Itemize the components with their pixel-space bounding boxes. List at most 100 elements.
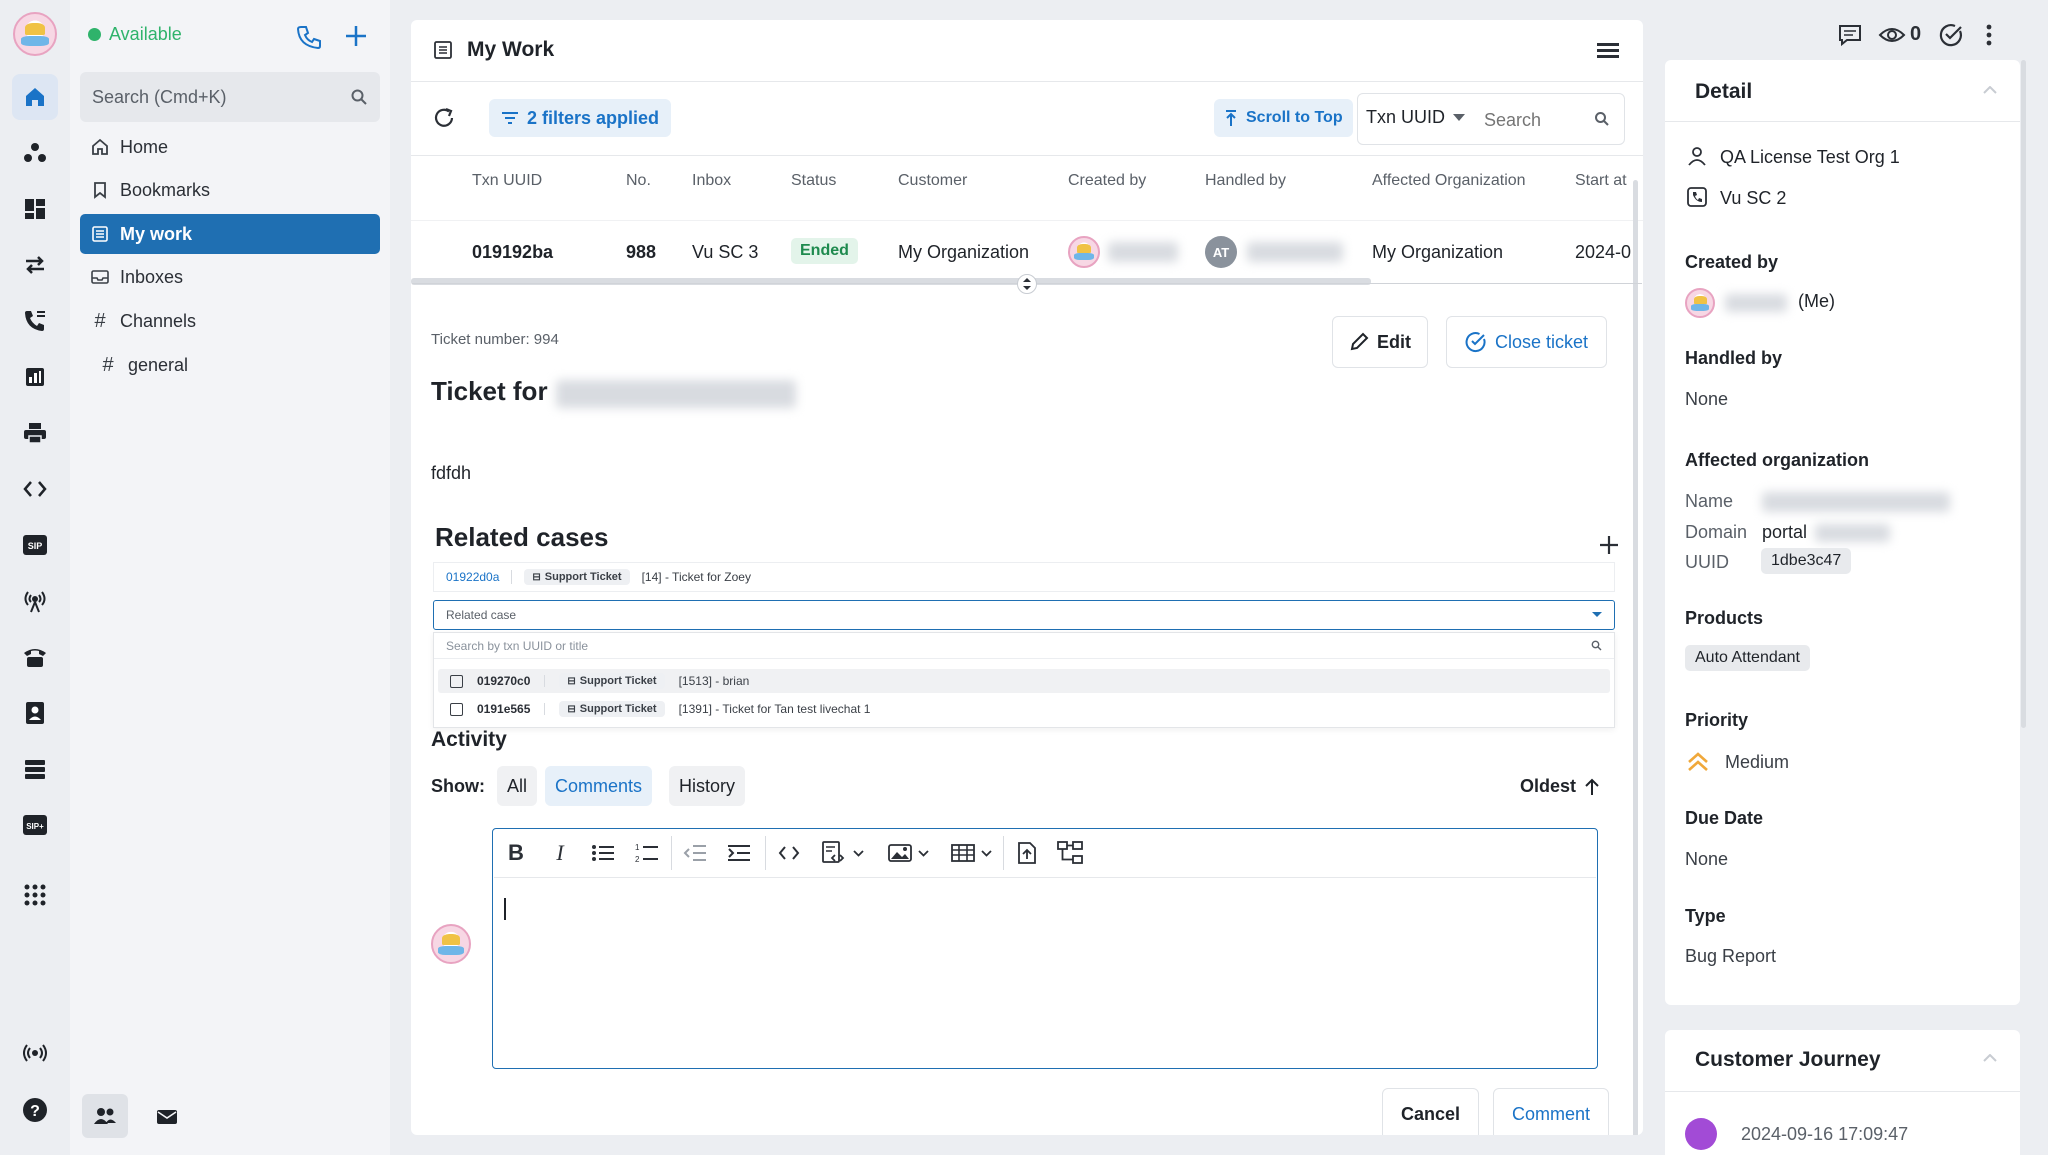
dropdown-option[interactable]: 019270c0 ⊟ Support Ticket [1513] - brian bbox=[438, 669, 1610, 693]
search-box[interactable]: Search (Cmd+K) bbox=[80, 72, 380, 122]
code-icon[interactable] bbox=[775, 836, 803, 870]
chevron-up-icon[interactable] bbox=[1983, 1054, 1997, 1062]
related-case-item[interactable]: 01922d0a ⊟ Support Ticket [14] - Ticket f… bbox=[433, 562, 1615, 592]
related-case-uuid[interactable]: 01922d0a bbox=[446, 570, 499, 584]
column-header[interactable]: Inbox bbox=[692, 172, 731, 190]
status-indicator[interactable]: Available bbox=[88, 24, 182, 45]
comment-text-area[interactable] bbox=[494, 880, 1594, 1066]
table-scrollbar[interactable] bbox=[1633, 180, 1638, 1135]
diagram-icon[interactable] bbox=[1055, 836, 1085, 870]
contact-card-icon[interactable] bbox=[12, 690, 58, 736]
channel-item-general[interactable]: # general bbox=[88, 345, 388, 385]
search-icon bbox=[1591, 640, 1602, 651]
dashboard-icon[interactable] bbox=[12, 186, 58, 232]
dropdown-option[interactable]: 0191e565 ⊟ Support Ticket [1391] - Ticket… bbox=[438, 697, 1610, 721]
column-header[interactable]: Txn UUID bbox=[472, 172, 542, 190]
column-header[interactable]: Affected Organization bbox=[1372, 172, 1526, 190]
call-log-icon[interactable] bbox=[12, 298, 58, 344]
edit-button[interactable]: Edit bbox=[1332, 316, 1428, 368]
printer-icon[interactable] bbox=[12, 410, 58, 456]
column-header[interactable]: Start at bbox=[1575, 172, 1627, 190]
list-icon bbox=[90, 224, 110, 244]
detail-header[interactable]: Detail bbox=[1665, 60, 2020, 122]
sidebar-item-my-work[interactable]: My work bbox=[80, 214, 380, 254]
column-header[interactable]: Customer bbox=[898, 172, 967, 190]
home-icon[interactable] bbox=[12, 74, 58, 120]
check-circle-icon[interactable] bbox=[1938, 22, 1964, 48]
transfer-arrows-icon[interactable] bbox=[12, 242, 58, 288]
sidebar-item-channels[interactable]: # Channels bbox=[80, 301, 380, 341]
watchers-indicator[interactable]: 0 bbox=[1878, 23, 1921, 46]
column-header[interactable]: Created by bbox=[1068, 172, 1146, 190]
broadcast-icon[interactable] bbox=[12, 1030, 58, 1076]
detail-scrollbar[interactable] bbox=[2021, 60, 2026, 728]
add-related-icon[interactable] bbox=[1599, 535, 1619, 555]
dropdown-search-placeholder: Search by txn UUID or title bbox=[446, 638, 589, 653]
tab-history[interactable]: History bbox=[669, 766, 746, 806]
image-icon[interactable] bbox=[883, 836, 933, 870]
creator-name-redacted bbox=[1725, 294, 1787, 312]
filters-button[interactable]: 2 filters applied bbox=[489, 99, 672, 137]
report-icon[interactable] bbox=[12, 354, 58, 400]
numbered-list-icon[interactable]: 12 bbox=[633, 836, 661, 870]
ticket-title: Ticket for bbox=[431, 376, 548, 406]
bullet-list-icon[interactable] bbox=[589, 836, 617, 870]
priority-medium-icon bbox=[1687, 752, 1709, 772]
desk-phone-icon[interactable] bbox=[12, 634, 58, 680]
apps-grid-icon[interactable] bbox=[12, 872, 58, 918]
resize-handle-icon[interactable] bbox=[1017, 274, 1037, 294]
sidebar-item-bookmarks[interactable]: Bookmarks bbox=[80, 170, 380, 210]
italic-icon[interactable]: I bbox=[547, 836, 573, 870]
uuid-chip[interactable]: 1dbe3c47 bbox=[1761, 548, 1852, 574]
chevron-up-icon[interactable] bbox=[1983, 86, 1997, 94]
new-plus-icon[interactable] bbox=[344, 24, 368, 48]
column-header[interactable]: Handled by bbox=[1205, 172, 1286, 190]
chat-icon[interactable] bbox=[1837, 23, 1863, 47]
product-chip: Auto Attendant bbox=[1685, 645, 1810, 671]
comment-button[interactable]: Comment bbox=[1493, 1088, 1610, 1135]
option-checkbox[interactable] bbox=[450, 702, 463, 716]
table-search-input[interactable] bbox=[1484, 106, 1584, 134]
scroll-to-top-button[interactable]: Scroll to Top bbox=[1214, 99, 1353, 137]
ticket-tag-icon: ⊟ bbox=[567, 675, 576, 687]
sidebar-item-home[interactable]: Home bbox=[80, 127, 380, 167]
related-case-select[interactable]: Related case bbox=[433, 600, 1615, 630]
sidebar-item-inboxes[interactable]: Inboxes bbox=[80, 257, 380, 297]
dropdown-search[interactable]: Search by txn UUID or title bbox=[434, 633, 1614, 659]
option-checkbox[interactable] bbox=[450, 674, 463, 688]
antenna-icon[interactable] bbox=[12, 578, 58, 624]
bold-icon[interactable]: B bbox=[503, 836, 529, 870]
indent-icon[interactable] bbox=[725, 836, 753, 870]
phone-icon[interactable] bbox=[296, 24, 322, 50]
panel-menu-icon[interactable] bbox=[1596, 41, 1620, 61]
mail-icon[interactable] bbox=[156, 1108, 178, 1126]
sip-icon[interactable]: SIP bbox=[12, 522, 58, 568]
close-ticket-button[interactable]: Close ticket bbox=[1446, 316, 1608, 368]
column-header[interactable]: Status bbox=[791, 172, 836, 190]
sort-oldest-button[interactable]: Oldest bbox=[1520, 776, 1600, 797]
tab-comments[interactable]: Comments bbox=[545, 766, 653, 806]
app-rail: SIP SIP+ ? bbox=[0, 0, 70, 1155]
journey-header[interactable]: Customer Journey bbox=[1665, 1030, 2020, 1092]
refresh-icon[interactable] bbox=[432, 106, 456, 130]
file-upload-icon[interactable] bbox=[1013, 836, 1041, 870]
more-vertical-icon[interactable] bbox=[1986, 24, 1992, 46]
user-avatar[interactable] bbox=[13, 12, 57, 56]
cancel-button[interactable]: Cancel bbox=[1382, 1088, 1480, 1135]
search-field-select[interactable]: Txn UUID bbox=[1366, 107, 1466, 128]
column-header[interactable]: No. bbox=[626, 172, 651, 190]
sip-plus-icon[interactable]: SIP+ bbox=[12, 802, 58, 848]
server-icon[interactable] bbox=[12, 746, 58, 792]
team-button[interactable] bbox=[82, 1094, 128, 1138]
help-icon[interactable]: ? bbox=[12, 1087, 58, 1133]
table-icon[interactable] bbox=[946, 836, 996, 870]
bookmark-icon bbox=[90, 180, 110, 200]
sidebar-item-label: Channels bbox=[120, 310, 197, 331]
contacts-group-icon[interactable] bbox=[12, 130, 58, 176]
outdent-icon[interactable] bbox=[681, 836, 709, 870]
code-block-icon[interactable] bbox=[817, 836, 867, 870]
code-icon[interactable] bbox=[12, 466, 58, 512]
sidebar-item-label: Inboxes bbox=[120, 266, 184, 287]
tab-all[interactable]: All bbox=[497, 766, 538, 806]
scroll-to-top-label: Scroll to Top bbox=[1246, 109, 1343, 126]
